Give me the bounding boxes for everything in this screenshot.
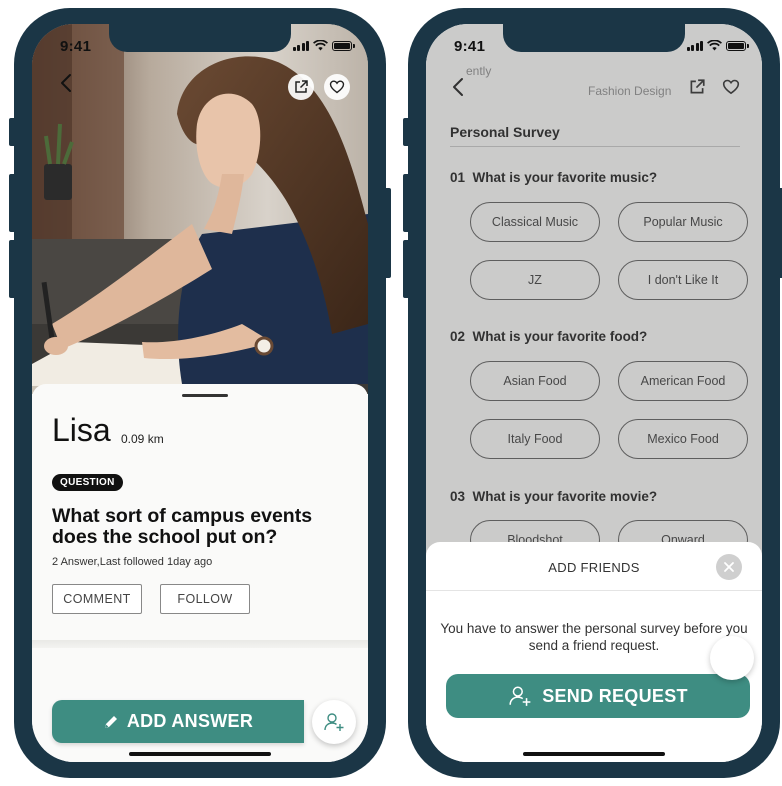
pencil-icon bbox=[104, 715, 117, 728]
wifi-icon bbox=[707, 40, 722, 51]
notch bbox=[503, 24, 685, 52]
back-arrow-icon bbox=[61, 74, 71, 92]
home-indicator bbox=[523, 752, 665, 756]
profile-photo bbox=[32, 24, 368, 394]
add-friends-sheet: ADD FRIENDS You have to answer the perso… bbox=[426, 542, 762, 762]
profile-distance: 0.09 km bbox=[121, 432, 164, 446]
sheet-grabber[interactable] bbox=[182, 394, 228, 397]
add-answer-button[interactable]: ADD ANSWER bbox=[52, 700, 304, 743]
floating-circle bbox=[710, 636, 754, 680]
notch bbox=[109, 24, 291, 52]
sheet-divider bbox=[426, 590, 762, 591]
signal-icon bbox=[292, 40, 309, 51]
volume-down-button bbox=[403, 240, 408, 298]
heart-icon bbox=[329, 80, 345, 94]
question-tag: QUESTION bbox=[52, 474, 123, 491]
status-icons bbox=[292, 40, 355, 51]
question-meta: 2 Answer,Last followed 1day ago bbox=[52, 556, 213, 568]
follow-button[interactable]: FOLLOW bbox=[160, 584, 250, 614]
battery-icon bbox=[332, 40, 355, 51]
volume-up-button bbox=[403, 174, 408, 232]
power-button bbox=[386, 188, 391, 278]
card-divider bbox=[32, 640, 368, 648]
share-button[interactable] bbox=[288, 74, 314, 100]
share-icon bbox=[295, 80, 308, 93]
survey-screen: 9:41 ently Fashion Design Personal Surve… bbox=[426, 24, 762, 762]
sheet-title: ADD FRIENDS bbox=[548, 560, 640, 575]
mute-switch bbox=[403, 118, 408, 146]
favorite-button[interactable] bbox=[324, 74, 350, 100]
close-button[interactable] bbox=[716, 554, 742, 580]
phone-frame-survey: 9:41 ently Fashion Design Personal Surve… bbox=[403, 8, 782, 778]
battery-icon bbox=[726, 40, 749, 51]
home-indicator bbox=[129, 752, 271, 756]
send-request-button[interactable]: SEND REQUEST bbox=[446, 674, 750, 718]
volume-down-button bbox=[9, 240, 14, 298]
add-user-icon bbox=[324, 713, 344, 731]
add-answer-label: ADD ANSWER bbox=[126, 711, 254, 731]
signal-icon bbox=[686, 40, 703, 51]
profile-name: Lisa bbox=[52, 412, 111, 448]
mute-switch bbox=[9, 118, 14, 146]
add-user-icon bbox=[509, 686, 531, 706]
question-text: What sort of campus events does the scho… bbox=[52, 505, 313, 548]
profile-card: Lisa 0.09 km QUESTION What sort of campu… bbox=[32, 384, 368, 762]
wifi-icon bbox=[313, 40, 328, 51]
status-time: 9:41 bbox=[60, 38, 92, 55]
profile-screen: 9:41 Lisa 0.09 km QUESTION What sort of … bbox=[32, 24, 368, 762]
back-button[interactable] bbox=[54, 70, 80, 96]
send-request-label: SEND REQUEST bbox=[542, 685, 688, 706]
phone-frame-profile: 9:41 Lisa 0.09 km QUESTION What sort of … bbox=[9, 8, 391, 778]
comment-button[interactable]: COMMENT bbox=[52, 584, 142, 614]
status-icons bbox=[686, 40, 749, 51]
sheet-message: You have to answer the personal survey b… bbox=[440, 621, 748, 653]
add-friend-button[interactable] bbox=[312, 700, 356, 744]
status-time: 9:41 bbox=[454, 38, 486, 55]
close-icon bbox=[724, 562, 734, 572]
volume-up-button bbox=[9, 174, 14, 232]
